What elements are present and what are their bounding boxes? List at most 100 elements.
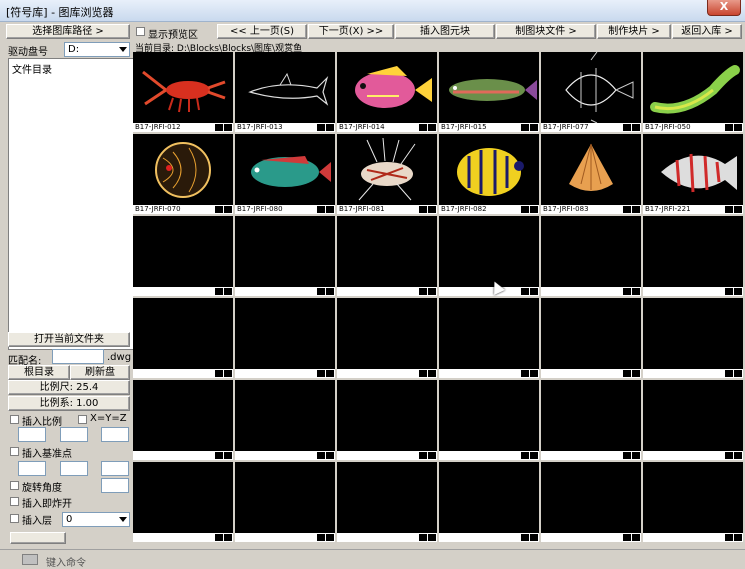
scale-y-input[interactable] [60,427,88,442]
block-insert-icon[interactable] [224,370,232,377]
block-insert-icon[interactable] [632,534,640,541]
thumbnail-cell[interactable] [439,298,539,378]
thumbnail-cell[interactable] [235,462,335,542]
block-insert-icon[interactable] [530,288,538,295]
folder-tree-root[interactable]: 文件目录 [12,61,52,76]
thumbnail-cell[interactable] [541,216,641,296]
block-insert-icon[interactable] [734,124,742,131]
thumbnail-preview[interactable] [133,52,233,123]
block-insert-icon[interactable] [632,452,640,459]
block-info-icon[interactable] [317,206,325,213]
prev-page-button[interactable]: << 上一页(S) [217,24,307,39]
thumbnail-preview[interactable] [541,462,641,533]
block-insert-icon[interactable] [224,288,232,295]
thumbnail-cell[interactable]: B17-JRFI-013 [235,52,335,132]
block-info-icon[interactable] [623,288,631,295]
block-info-icon[interactable] [419,288,427,295]
block-info-icon[interactable] [521,534,529,541]
thumbnail-cell[interactable] [133,298,233,378]
block-insert-icon[interactable] [326,370,334,377]
block-info-icon[interactable] [623,452,631,459]
thumbnail-cell[interactable]: B17-JRFI-083 [541,134,641,214]
block-insert-icon[interactable] [530,124,538,131]
thumbnail-cell[interactable] [439,462,539,542]
block-info-icon[interactable] [623,534,631,541]
block-insert-icon[interactable] [428,534,436,541]
block-info-icon[interactable] [419,206,427,213]
thumbnail-cell[interactable] [439,380,539,460]
thumbnail-preview[interactable] [541,380,641,451]
block-insert-icon[interactable] [224,206,232,213]
block-insert-icon[interactable] [530,370,538,377]
block-info-icon[interactable] [419,534,427,541]
block-insert-icon[interactable] [224,452,232,459]
block-info-icon[interactable] [521,124,529,131]
block-insert-icon[interactable] [428,206,436,213]
thumbnail-preview[interactable] [337,462,437,533]
block-info-icon[interactable] [623,124,631,131]
show-preview-checkbox[interactable] [136,27,145,36]
block-info-icon[interactable] [215,534,223,541]
block-info-icon[interactable] [215,124,223,131]
thumbnail-cell[interactable]: B17-JRFI-082 [439,134,539,214]
point-x-input[interactable] [18,461,46,476]
block-insert-icon[interactable] [224,534,232,541]
thumbnail-preview[interactable] [235,462,335,533]
thumbnail-cell[interactable] [643,298,743,378]
thumbnail-preview[interactable] [643,380,743,451]
block-info-icon[interactable] [215,370,223,377]
block-info-icon[interactable] [317,452,325,459]
extra-button[interactable] [10,532,66,544]
pattern-input[interactable] [52,349,104,364]
thumbnail-cell[interactable]: B17-JRFI-014 [337,52,437,132]
next-page-button[interactable]: 下一页(X) >> [308,24,394,39]
thumbnail-preview[interactable] [439,380,539,451]
thumbnail-preview[interactable] [133,298,233,369]
thumbnail-cell[interactable] [337,380,437,460]
folder-tree[interactable]: 文件目录 [8,58,134,350]
block-info-icon[interactable] [725,452,733,459]
thumbnail-preview[interactable] [541,298,641,369]
block-info-icon[interactable] [725,206,733,213]
block-insert-icon[interactable] [326,452,334,459]
block-info-icon[interactable] [725,288,733,295]
thumbnail-preview[interactable] [133,216,233,287]
block-info-icon[interactable] [215,206,223,213]
block-insert-icon[interactable] [632,288,640,295]
block-info-icon[interactable] [725,534,733,541]
block-insert-icon[interactable] [632,206,640,213]
thumbnail-cell[interactable] [337,216,437,296]
block-info-icon[interactable] [521,206,529,213]
make-block-button[interactable]: 制作块片 > [597,24,671,39]
thumbnail-preview[interactable] [541,134,641,205]
block-insert-icon[interactable] [428,452,436,459]
thumbnail-preview[interactable] [235,216,335,287]
block-insert-icon[interactable] [326,534,334,541]
block-info-icon[interactable] [725,124,733,131]
thumbnail-preview[interactable] [235,134,335,205]
layer-select[interactable]: 0 [62,512,130,527]
thumbnail-cell[interactable] [133,216,233,296]
block-info-icon[interactable] [623,206,631,213]
block-insert-icon[interactable] [326,124,334,131]
block-insert-icon[interactable] [530,534,538,541]
block-insert-icon[interactable] [326,288,334,295]
point-z-input[interactable] [101,461,129,476]
block-info-icon[interactable] [521,452,529,459]
block-insert-icon[interactable] [734,370,742,377]
thumbnail-cell[interactable]: B17-JRFI-077 [541,52,641,132]
thumbnail-cell[interactable] [235,216,335,296]
block-insert-icon[interactable] [326,206,334,213]
thumbnail-cell[interactable] [541,298,641,378]
insert-point-checkbox[interactable] [10,447,19,456]
thumbnail-preview[interactable] [337,52,437,123]
block-info-icon[interactable] [215,452,223,459]
thumbnail-preview[interactable] [439,134,539,205]
block-info-icon[interactable] [317,124,325,131]
block-info-icon[interactable] [215,288,223,295]
thumbnail-preview[interactable] [643,298,743,369]
thumbnail-cell[interactable] [235,298,335,378]
thumbnail-preview[interactable] [337,134,437,205]
thumbnail-cell[interactable] [643,216,743,296]
thumbnail-cell[interactable]: B17-JRFI-081 [337,134,437,214]
